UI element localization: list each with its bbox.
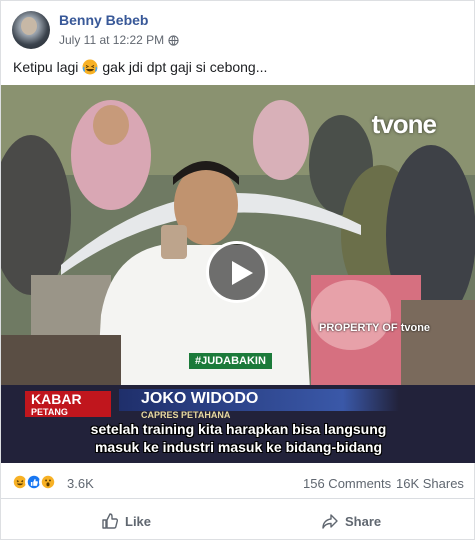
- subtitle-line-1: setelah training kita harapkan bisa lang…: [90, 421, 387, 437]
- post-caption: Ketipu lagi gak jdi dpt gaji si cebong..…: [13, 59, 267, 75]
- program-subtitle: PETANG: [31, 407, 68, 417]
- like-label: Like: [125, 513, 152, 529]
- shares-count[interactable]: 16K Shares: [396, 476, 464, 491]
- share-label: Share: [345, 513, 382, 529]
- hashtag-tag: #JUDABAKIN: [189, 353, 272, 369]
- property-watermark: PROPERTY OF tvone: [319, 322, 431, 334]
- subtitle-line-2: masuk ke industri masuk ke bidang-bidang: [94, 439, 383, 455]
- reaction-icons[interactable]: [11, 473, 57, 491]
- comments-count[interactable]: 156 Comments: [303, 476, 391, 491]
- tvone-logo: tvone: [371, 109, 437, 139]
- laughing-tears-emoji-icon: [82, 59, 98, 75]
- like-button[interactable]: Like: [101, 509, 151, 533]
- program-badge: KABAR PETANG: [25, 391, 111, 417]
- post-timestamp[interactable]: July 11 at 12:22 PM: [59, 33, 164, 47]
- engagement-stats: 3.6K 156 Comments 16K Shares: [1, 467, 475, 499]
- speaker-role: CAPRES PETAHANA: [141, 410, 231, 420]
- news-lower-third: KABAR PETANG JOKO WIDODO CAPRES PETAHANA…: [1, 381, 475, 463]
- speaker-name: JOKO WIDODO: [141, 390, 259, 407]
- reaction-count[interactable]: 3.6K: [67, 476, 94, 491]
- play-icon: [232, 261, 253, 285]
- author-avatar[interactable]: [12, 11, 50, 49]
- share-arrow-icon: [322, 514, 338, 529]
- thumbs-up-icon: [102, 513, 119, 529]
- share-button[interactable]: Share: [321, 509, 381, 533]
- post-header: Benny Bebeb July 11 at 12:22 PM: [1, 1, 475, 53]
- program-title: KABAR: [31, 391, 82, 407]
- post-meta: July 11 at 12:22 PM: [59, 33, 179, 47]
- author-name[interactable]: Benny Bebeb: [59, 12, 148, 28]
- video-player[interactable]: tvone PROPERTY OF tvone #JUDABAKIN KABAR…: [1, 85, 475, 463]
- caption-text-end: gak jdi dpt gaji si cebong...: [102, 59, 268, 75]
- caption-text-start: Ketipu lagi: [13, 59, 79, 75]
- globe-icon: [168, 34, 179, 46]
- post-actions: Like Share: [1, 501, 475, 540]
- wow-reaction-icon: [39, 473, 57, 491]
- facebook-post: Benny Bebeb July 11 at 12:22 PM Ketipu l…: [0, 0, 475, 540]
- play-button[interactable]: [206, 241, 268, 303]
